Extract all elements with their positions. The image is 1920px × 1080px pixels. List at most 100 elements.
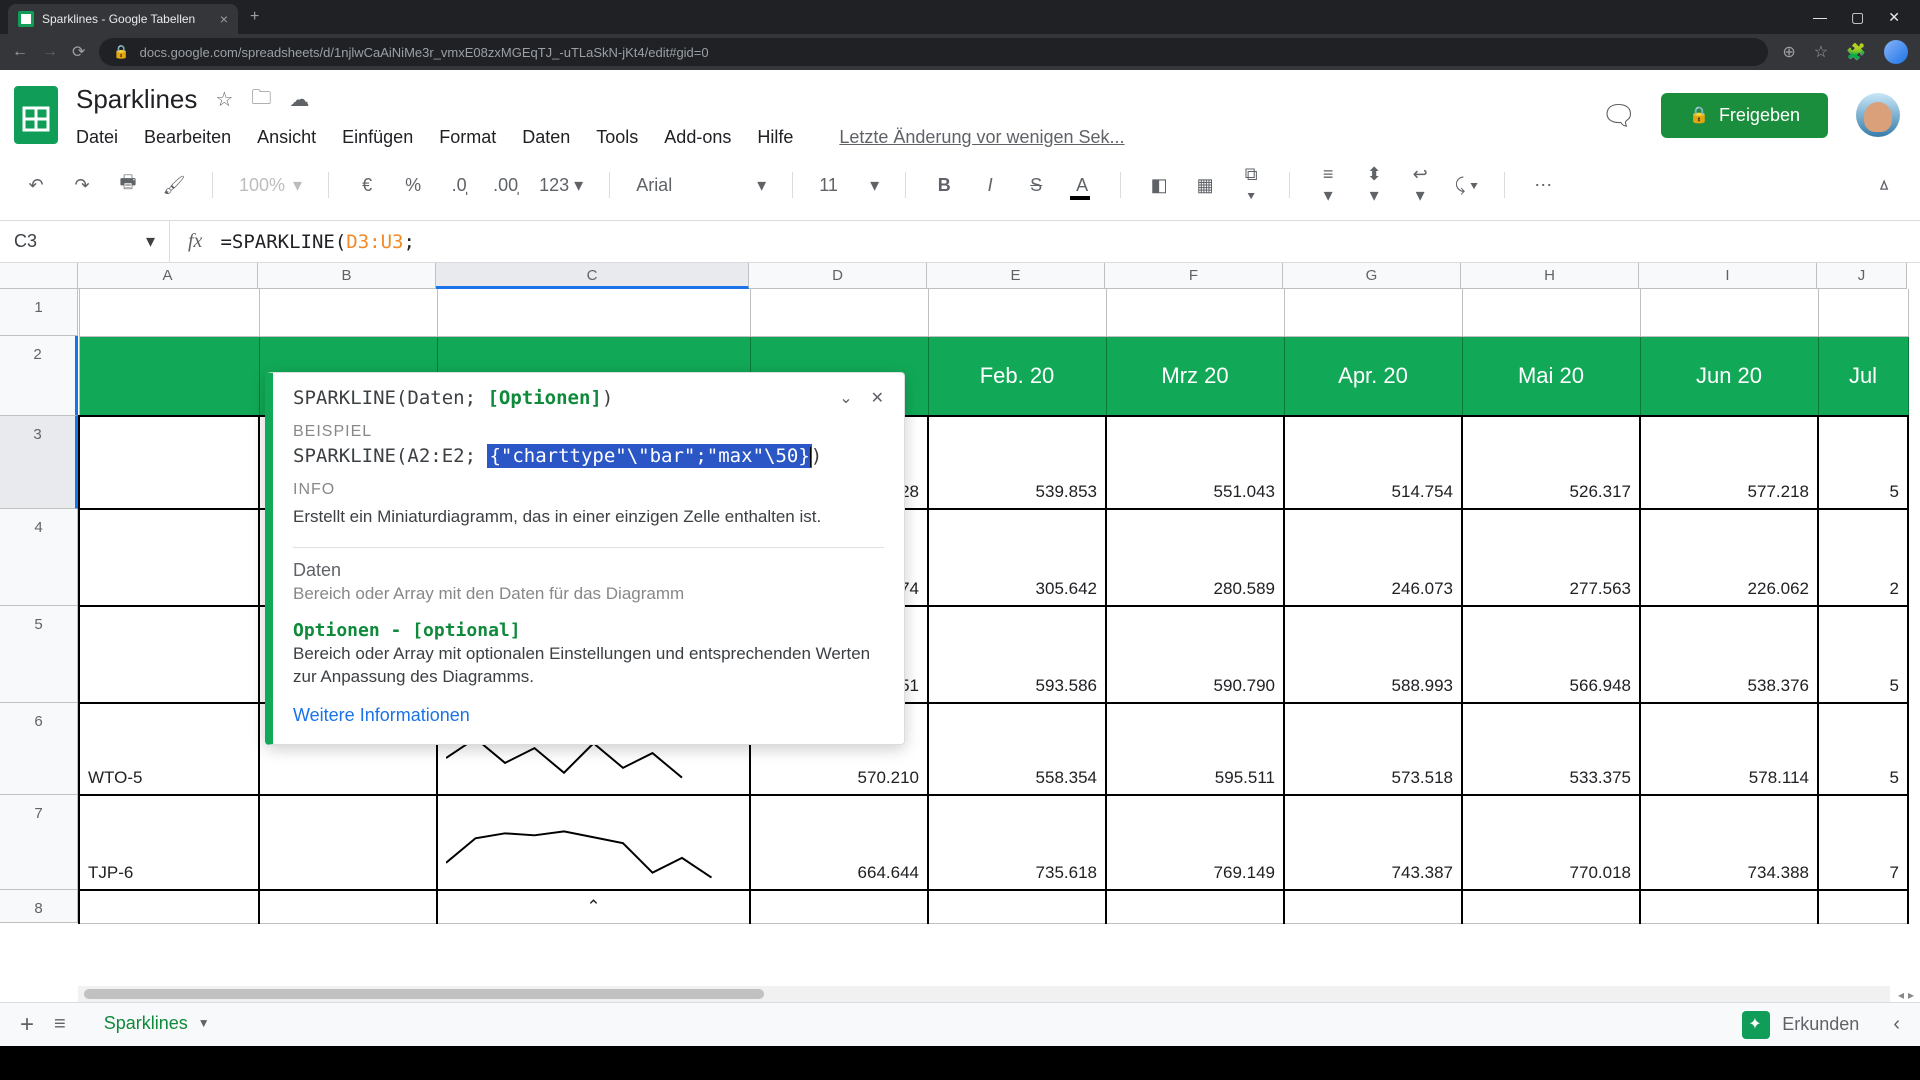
- menu-bearbeiten[interactable]: Bearbeiten: [144, 127, 231, 148]
- close-tab-icon[interactable]: ×: [220, 11, 228, 27]
- sheets-favicon: [18, 11, 34, 27]
- cloud-status-icon[interactable]: ☁: [289, 87, 309, 112]
- bookmark-icon[interactable]: ☆: [1814, 42, 1828, 62]
- chevron-down-icon: ▾: [146, 231, 155, 252]
- add-sheet-button[interactable]: +: [20, 1011, 34, 1039]
- maximize-icon[interactable]: ▢: [1851, 9, 1864, 26]
- tab-title: Sparklines - Google Tabellen: [42, 12, 195, 26]
- borders-icon[interactable]: ▦: [1193, 175, 1217, 196]
- sparkline-tjp6: [446, 802, 741, 883]
- menu-datei[interactable]: Datei: [76, 127, 118, 148]
- browser-tab-strip: Sparklines - Google Tabellen × + — ▢ ✕: [0, 0, 1920, 34]
- percent-icon[interactable]: %: [401, 175, 425, 196]
- new-tab-button[interactable]: +: [250, 8, 259, 26]
- select-all-corner[interactable]: [0, 263, 78, 289]
- tooltip-param1-desc: Bereich oder Array mit den Daten für das…: [293, 583, 884, 606]
- minimize-icon[interactable]: —: [1813, 9, 1827, 26]
- menu-einfuegen[interactable]: Einfügen: [342, 127, 413, 148]
- sheet-tab-sparklines[interactable]: Sparklines ▼: [86, 1005, 228, 1045]
- tooltip-close-icon[interactable]: ✕: [871, 388, 884, 408]
- rotate-icon[interactable]: ⤹ ▾: [1454, 175, 1478, 196]
- reload-icon[interactable]: ⟳: [72, 42, 85, 62]
- sheets-logo[interactable]: [10, 80, 62, 150]
- close-window-icon[interactable]: ✕: [1888, 9, 1900, 26]
- font-select[interactable]: Arial▾: [636, 175, 766, 196]
- doc-name[interactable]: Sparklines: [76, 84, 197, 115]
- star-icon[interactable]: ☆: [215, 87, 233, 112]
- italic-icon[interactable]: I: [978, 175, 1002, 196]
- tooltip-more-info-link[interactable]: Weitere Informationen: [293, 705, 884, 726]
- menu-addons[interactable]: Add-ons: [664, 127, 731, 148]
- sheet-tab-label: Sparklines: [104, 1013, 188, 1034]
- comments-icon[interactable]: 🗨: [1601, 99, 1633, 131]
- formula-input[interactable]: =SPARKLINE(D3:U3;: [220, 231, 415, 253]
- tooltip-example: SPARKLINE(A2:E2; {"charttype"\"bar";"max…: [293, 445, 884, 467]
- menu-daten[interactable]: Daten: [522, 127, 570, 148]
- valign-icon[interactable]: ⬍ ▾: [1362, 164, 1386, 206]
- cursor-indicator: ⌃: [586, 897, 600, 916]
- move-icon[interactable]: 🗀: [251, 83, 271, 117]
- currency-icon[interactable]: €: [355, 175, 379, 196]
- redo-icon[interactable]: ↷: [70, 175, 94, 196]
- tooltip-example-label: BEISPIEL: [293, 423, 884, 441]
- fill-color-icon[interactable]: ◧: [1147, 175, 1171, 196]
- font-size-select[interactable]: 11▾: [819, 175, 879, 196]
- browser-tab[interactable]: Sparklines - Google Tabellen ×: [8, 4, 238, 34]
- zoom-select[interactable]: 100% ▾: [239, 175, 302, 196]
- share-button[interactable]: 🔒 Freigeben: [1661, 93, 1828, 138]
- menu-format[interactable]: Format: [439, 127, 496, 148]
- bold-icon[interactable]: B: [932, 175, 956, 196]
- wrap-icon[interactable]: ↩ ▾: [1408, 164, 1432, 206]
- tooltip-collapse-icon[interactable]: ⌄: [839, 388, 852, 408]
- undo-icon[interactable]: ↶: [24, 175, 48, 196]
- text-color-icon[interactable]: A: [1070, 175, 1094, 196]
- tooltip-param2-name: Optionen - [optional]: [293, 620, 884, 641]
- halign-icon[interactable]: ≡ ▾: [1316, 164, 1340, 206]
- print-icon[interactable]: 🖶: [116, 170, 140, 200]
- lock-icon: 🔒: [113, 44, 129, 60]
- share-label: Freigeben: [1719, 105, 1800, 126]
- extensions-icon[interactable]: 🧩: [1846, 42, 1866, 62]
- back-icon[interactable]: ←: [12, 43, 28, 61]
- spreadsheet-grid[interactable]: ABCDEFGHIJ 12345678 Feb. 20Mrz 20Apr. 20…: [0, 263, 1920, 289]
- horizontal-scrollbar[interactable]: [78, 986, 1890, 1002]
- zoom-icon[interactable]: ⊕: [1782, 42, 1795, 62]
- side-panel-toggle-icon[interactable]: ‹: [1893, 1013, 1900, 1036]
- browser-profile-avatar[interactable]: [1884, 40, 1908, 64]
- url-input[interactable]: 🔒 docs.google.com/spreadsheets/d/1njlwCa…: [99, 38, 1768, 66]
- sheet-tab-bar: + ≡ Sparklines ▼ Erkunden ‹: [0, 1002, 1920, 1046]
- menu-hilfe[interactable]: Hilfe: [757, 127, 793, 148]
- account-avatar[interactable]: [1856, 93, 1900, 137]
- scroll-right-icon[interactable]: ▸: [1908, 988, 1914, 1002]
- forward-icon[interactable]: →: [42, 43, 58, 61]
- column-headers[interactable]: ABCDEFGHIJ: [78, 263, 1907, 289]
- doc-header: Sparklines ☆ 🗀 ☁ Datei Bearbeiten Ansich…: [0, 70, 1920, 150]
- explore-label[interactable]: Erkunden: [1782, 1014, 1859, 1035]
- name-box[interactable]: C3 ▾: [0, 221, 170, 262]
- tooltip-param1-name: Daten: [293, 560, 884, 581]
- paint-format-icon[interactable]: 🖌: [162, 175, 186, 196]
- tooltip-info-label: INFO: [293, 481, 884, 499]
- explore-icon[interactable]: [1742, 1011, 1770, 1039]
- name-box-value: C3: [14, 231, 37, 252]
- collapse-toolbar-icon[interactable]: ㅿ: [1872, 172, 1896, 198]
- number-format-select[interactable]: 123 ▾: [539, 175, 583, 196]
- menu-ansicht[interactable]: Ansicht: [257, 127, 316, 148]
- chevron-down-icon[interactable]: ▼: [198, 1016, 210, 1030]
- scroll-left-icon[interactable]: ◂: [1898, 988, 1904, 1002]
- all-sheets-button[interactable]: ≡: [54, 1013, 66, 1036]
- decrease-decimal-icon[interactable]: .0̩: [447, 175, 471, 196]
- menu-tools[interactable]: Tools: [596, 127, 638, 148]
- strikethrough-icon[interactable]: S: [1024, 175, 1048, 196]
- window-controls: — ▢ ✕: [1813, 9, 1920, 26]
- browser-address-bar: ← → ⟳ 🔒 docs.google.com/spreadsheets/d/1…: [0, 34, 1920, 70]
- toolbar: ↶ ↷ 🖶 🖌 100% ▾ € % .0̩ .00̩ 123 ▾ Arial▾…: [0, 150, 1920, 221]
- row-headers[interactable]: 12345678: [0, 289, 78, 923]
- last-edit-link[interactable]: Letzte Änderung vor wenigen Sek...: [839, 127, 1124, 148]
- increase-decimal-icon[interactable]: .00̩: [493, 175, 517, 196]
- fx-icon: fx: [188, 230, 202, 253]
- tooltip-info-text: Erstellt ein Miniaturdiagramm, das in ei…: [293, 505, 884, 529]
- merge-cells-icon[interactable]: ⧉ ▾: [1239, 164, 1263, 206]
- more-tools-icon[interactable]: ⋯: [1531, 175, 1555, 196]
- menu-bar: Datei Bearbeiten Ansicht Einfügen Format…: [76, 119, 1587, 148]
